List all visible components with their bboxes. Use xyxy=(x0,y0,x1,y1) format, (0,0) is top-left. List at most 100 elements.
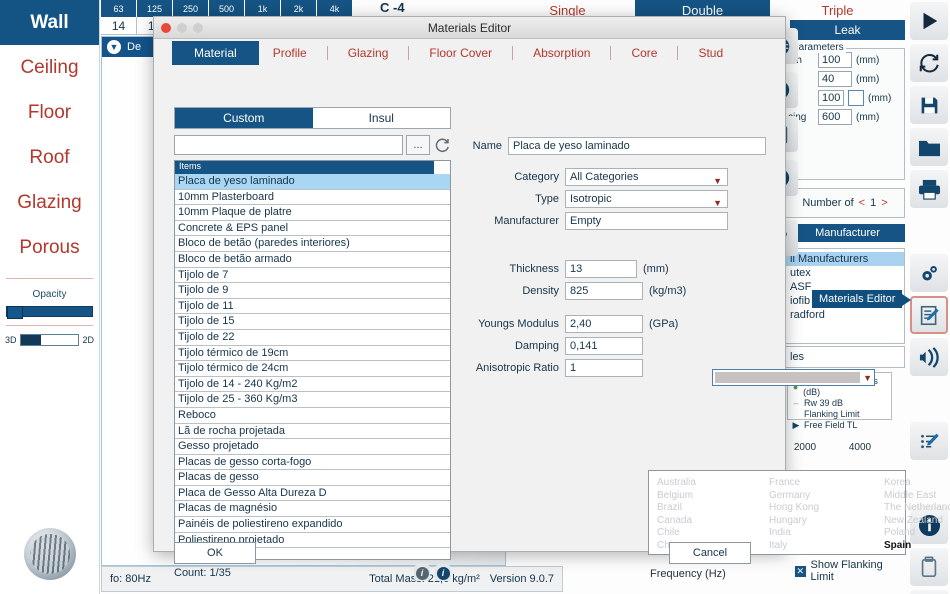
list-item[interactable]: Lã de rocha projetada xyxy=(175,424,450,440)
country-item[interactable]: Chile xyxy=(657,527,769,540)
list-item[interactable]: Tijolo de 22 xyxy=(175,330,450,346)
tab-profile[interactable]: Profile xyxy=(259,42,321,64)
damping-input[interactable]: 0,141 xyxy=(565,337,643,355)
youngs-modulus-input[interactable]: 2,40 xyxy=(565,315,643,333)
view-mode-track[interactable] xyxy=(19,334,80,346)
sidebar-item-wall[interactable]: Wall xyxy=(0,0,99,45)
param-input[interactable]: 100 xyxy=(818,52,852,68)
list-item[interactable]: 10mm Plasterboard xyxy=(175,190,450,206)
param-stepper[interactable] xyxy=(848,90,864,106)
print-icon[interactable] xyxy=(910,170,948,208)
move-up-button[interactable]: i xyxy=(414,565,430,581)
country-item[interactable]: Canada xyxy=(657,515,769,528)
checkbox-show-flanking-limit[interactable]: ✕ Show Flanking Limit xyxy=(795,559,905,583)
category-select[interactable]: All Categories ▼ xyxy=(565,168,728,186)
tab-stud[interactable]: Stud xyxy=(684,42,737,64)
tab-leak[interactable]: Leak xyxy=(790,20,905,40)
next-arrow-icon[interactable]: > xyxy=(881,197,887,209)
type-select[interactable]: Isotropic ▼ xyxy=(565,190,728,208)
list-item[interactable]: Tijolo de 14 - 240 Kg/m2 xyxy=(175,377,450,393)
acoustics-icon[interactable] xyxy=(910,338,948,376)
move-down-button[interactable]: i xyxy=(435,565,451,581)
view-mode-knob[interactable] xyxy=(20,335,41,345)
country-item[interactable]: Hong Kong xyxy=(769,502,884,515)
list-item[interactable]: Placas de magnésio xyxy=(175,501,450,518)
manufacturer-input[interactable]: Empty xyxy=(565,212,728,230)
list-item[interactable]: Reboco xyxy=(175,408,450,424)
list-item[interactable]: Concrete & EPS panel xyxy=(175,221,450,237)
country-item[interactable]: The Netherlanc xyxy=(884,502,950,515)
sidebar-item-ceiling[interactable]: Ceiling xyxy=(0,45,99,90)
cancel-button[interactable]: Cancel xyxy=(669,542,751,564)
refresh-icon[interactable] xyxy=(910,44,948,82)
list-item[interactable]: utex xyxy=(786,266,904,280)
list-item[interactable]: Tijolo de 11 xyxy=(175,299,450,315)
sidebar-item-roof[interactable]: Roof xyxy=(0,135,99,180)
tab-floor-cover[interactable]: Floor Cover xyxy=(415,42,506,64)
list-item[interactable]: Tijolo de 7 xyxy=(175,268,450,284)
play-icon[interactable] xyxy=(910,2,948,40)
country-item[interactable]: Korea xyxy=(884,477,950,490)
notes-editor-icon[interactable] xyxy=(910,422,948,460)
view-mode-toggle[interactable]: 3D 2D xyxy=(0,334,99,346)
save-icon[interactable] xyxy=(910,86,948,124)
tab-material[interactable]: Material xyxy=(172,41,259,65)
param-input[interactable]: 600 xyxy=(818,109,852,125)
results-field[interactable]: les xyxy=(785,346,905,368)
country-item[interactable]: Italy xyxy=(769,540,884,553)
copy-icon[interactable] xyxy=(910,548,948,586)
list-item[interactable]: Tijolo de 15 xyxy=(175,314,450,330)
maximize-window-icon[interactable] xyxy=(193,23,203,33)
density-input[interactable]: 825 xyxy=(565,282,643,300)
country-item[interactable]: Belgium xyxy=(657,490,769,503)
list-item[interactable]: Placas de gesso xyxy=(175,470,450,486)
country-item[interactable]: Hungary xyxy=(769,515,884,528)
ok-button[interactable]: OK xyxy=(174,542,256,564)
list-item[interactable]: Tijolo de 25 - 360 Kg/m3 xyxy=(175,392,450,408)
tab-triple[interactable]: Triple xyxy=(770,0,905,20)
tab-absorption[interactable]: Absorption xyxy=(519,42,604,64)
sidebar-item-porous[interactable]: Porous xyxy=(0,225,99,270)
country-item[interactable]: New Zealand xyxy=(884,515,950,528)
dialog-titlebar[interactable]: Materials Editor xyxy=(154,17,785,39)
list-item[interactable]: Tijolo térmico de 24cm xyxy=(175,361,450,377)
list-item[interactable]: Tijolo térmico de 19cm xyxy=(175,346,450,362)
country-item[interactable]: Germany xyxy=(769,490,884,503)
search-input[interactable] xyxy=(174,135,403,155)
extra-property-select[interactable]: ▼ xyxy=(712,369,875,386)
country-item[interactable]: Spain xyxy=(884,540,950,553)
thickness-input[interactable]: 13 xyxy=(565,260,637,278)
list-item[interactable]: Placa de yeso laminado xyxy=(175,174,450,190)
list-item[interactable]: Tijolo de 9 xyxy=(175,283,450,299)
country-item[interactable]: Australia xyxy=(657,477,769,490)
frequency-value-cell[interactable]: 14 xyxy=(101,17,137,35)
tab-core[interactable]: Core xyxy=(617,42,671,64)
chevron-down-icon[interactable]: ▼ xyxy=(863,373,872,383)
chevron-down-icon[interactable]: ▼ xyxy=(107,40,121,54)
materials-list[interactable]: Items Placa de yeso laminado 10mm Plaster… xyxy=(174,160,451,560)
minimize-window-icon[interactable] xyxy=(177,23,187,33)
chevron-down-icon[interactable]: ▼ xyxy=(713,173,722,189)
prev-arrow-icon[interactable]: < xyxy=(859,197,865,209)
anisotropic-ratio-input[interactable]: 1 xyxy=(565,359,643,377)
list-item[interactable]: Placas de gesso corta-fogo xyxy=(175,455,450,471)
subtab-insul[interactable]: Insul xyxy=(312,108,450,128)
country-item[interactable]: India xyxy=(769,527,884,540)
list-item[interactable]: ll Manufacturers xyxy=(786,252,904,266)
list-item[interactable]: radford xyxy=(786,308,904,322)
country-item[interactable]: France xyxy=(769,477,884,490)
list-item[interactable]: Gesso projetado xyxy=(175,439,450,455)
list-item[interactable]: Placa de Gesso Alta Dureza D xyxy=(175,486,450,502)
refresh-icon[interactable] xyxy=(433,136,451,154)
settings-gear-icon[interactable] xyxy=(910,254,948,292)
country-item[interactable]: Brazil xyxy=(657,502,769,515)
list-item[interactable]: Painéis de poliestireno expandido xyxy=(175,517,450,533)
name-input[interactable]: Placa de yeso laminado xyxy=(508,137,766,155)
param-input[interactable]: 100 xyxy=(818,90,844,106)
open-folder-icon[interactable] xyxy=(910,128,948,166)
opacity-slider[interactable] xyxy=(6,306,93,319)
sidebar-item-glazing[interactable]: Glazing xyxy=(0,180,99,225)
list-body[interactable]: Placa de yeso laminado 10mm Plasterboard 1… xyxy=(175,174,450,549)
delete-icon[interactable] xyxy=(910,590,948,594)
sidebar-item-floor[interactable]: Floor xyxy=(0,90,99,135)
